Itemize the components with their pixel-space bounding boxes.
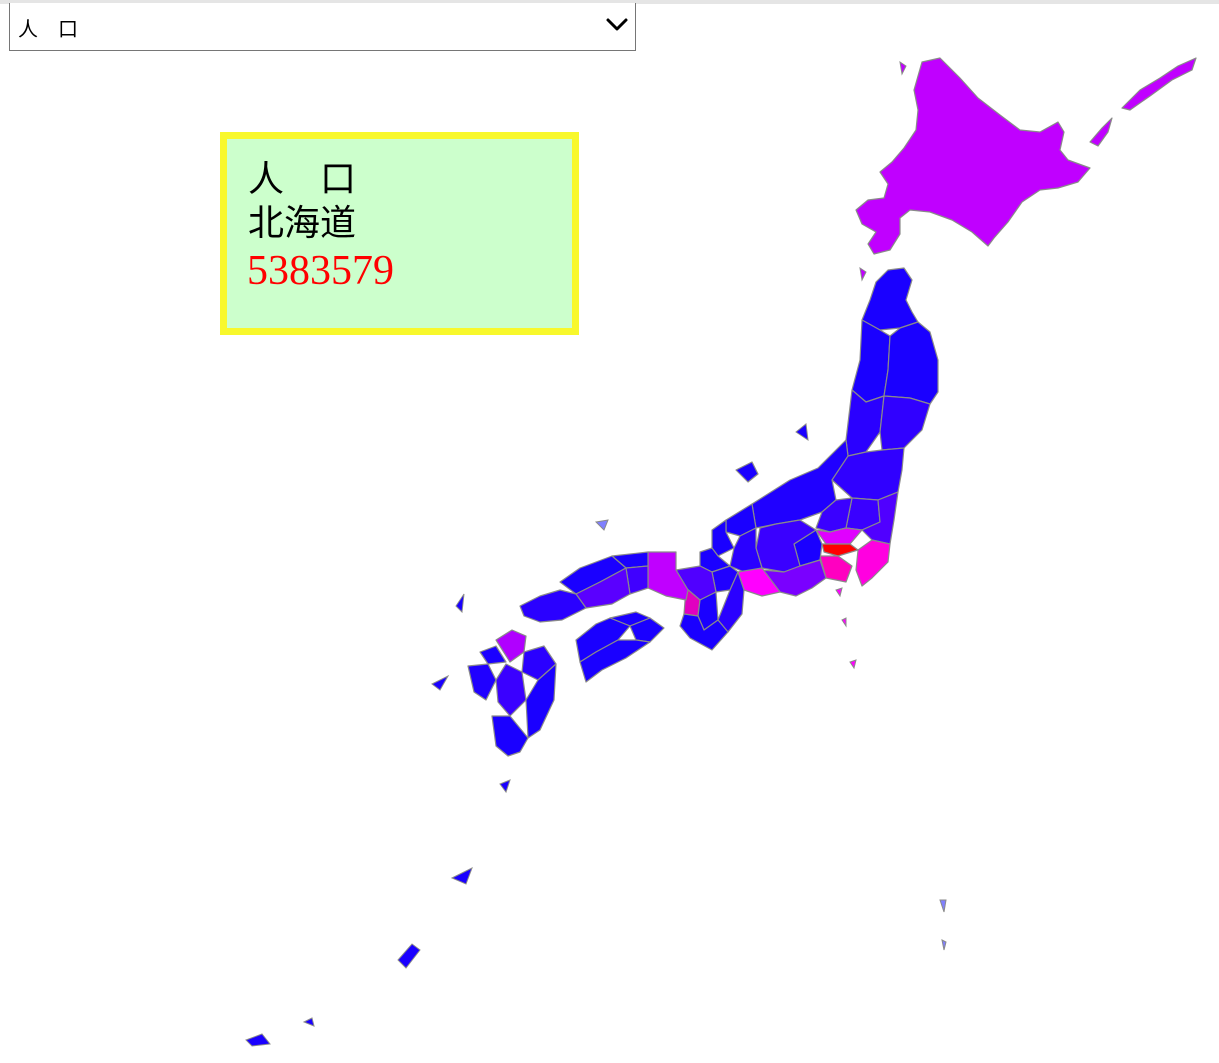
- prefecture-aomori[interactable]: [861, 267, 919, 331]
- prefecture-akita[interactable]: [851, 319, 891, 403]
- prefecture-tokyo[interactable]: [821, 543, 859, 557]
- prefecture-miyagi[interactable]: [879, 395, 931, 451]
- prefecture-kagoshima[interactable]: [491, 715, 529, 757]
- prefecture-kumamoto[interactable]: [495, 663, 527, 717]
- prefecture-hokkaido[interactable]: [855, 57, 1091, 255]
- prefecture-yamaguchi[interactable]: [519, 589, 587, 623]
- prefecture-saitama[interactable]: [815, 527, 863, 545]
- prefecture-chiba[interactable]: [855, 539, 891, 587]
- prefecture-hokkaido-kurils[interactable]: [1089, 57, 1197, 147]
- japan-prefecture-map: [245, 57, 1197, 1047]
- prefecture-nagasaki[interactable]: [467, 663, 497, 701]
- prefecture-iwate[interactable]: [883, 321, 939, 405]
